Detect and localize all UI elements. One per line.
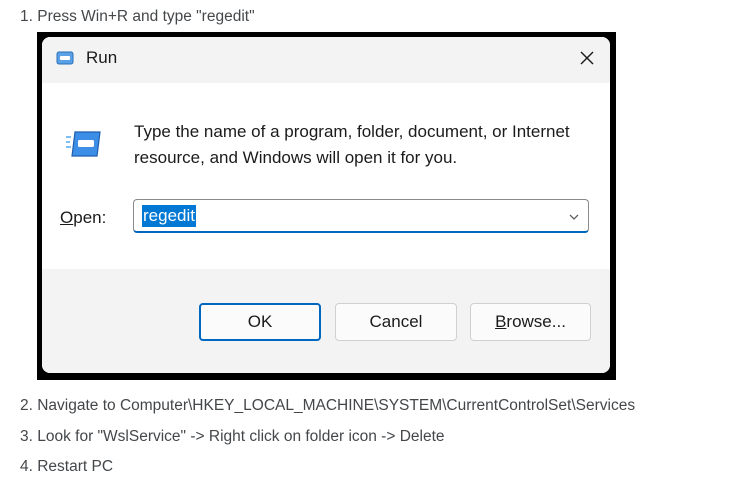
open-label: Open: <box>60 208 106 228</box>
dialog-content: Type the name of a program, folder, docu… <box>42 83 610 269</box>
run-icon <box>56 51 74 65</box>
chevron-down-icon[interactable] <box>568 210 580 222</box>
title-bar[interactable]: Run <box>42 37 610 83</box>
dialog-description: Type the name of a program, folder, docu… <box>134 122 570 167</box>
close-icon <box>579 50 595 71</box>
browse-button[interactable]: Browse... <box>470 303 591 341</box>
instruction-step-3: 3. Look for "WslService" -> Right click … <box>20 428 445 445</box>
window-title: Run <box>86 48 118 67</box>
instruction-step-2: 2. Navigate to Computer\HKEY_LOCAL_MACHI… <box>20 397 636 414</box>
browse-label: rowse... <box>506 312 566 331</box>
cancel-button[interactable]: Cancel <box>335 303 457 341</box>
open-label-text: pen: <box>73 208 107 227</box>
dialog-footer: OK Cancel Browse... <box>42 269 610 373</box>
open-combobox[interactable]: regedit <box>133 199 589 233</box>
run-program-icon <box>66 129 102 159</box>
run-dialog: Run Type the name of a program, folder, … <box>42 37 610 373</box>
open-label-accel: O <box>60 208 74 227</box>
ok-button[interactable]: OK <box>199 303 321 341</box>
browse-accel: B <box>495 312 507 331</box>
open-input-value[interactable]: regedit <box>142 205 196 227</box>
instruction-step-4: 4. Restart PC <box>20 458 114 475</box>
close-button[interactable] <box>564 37 610 83</box>
instruction-step-1: 1. Press Win+R and type "regedit" <box>20 8 255 25</box>
